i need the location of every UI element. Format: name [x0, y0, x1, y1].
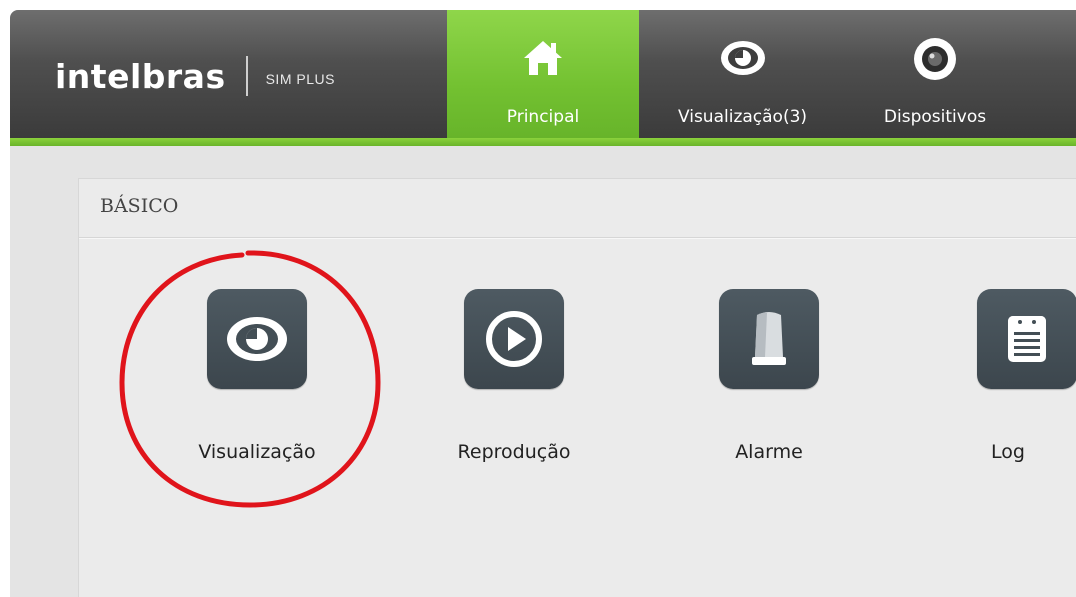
section-title: BÁSICO: [100, 195, 179, 217]
camera-icon: [912, 36, 958, 86]
tile-visualizacao-label: Visualização: [198, 441, 316, 463]
section-divider: [79, 237, 1076, 239]
home-icon: [521, 36, 565, 84]
tile-alarme-label: Alarme: [735, 441, 803, 463]
tab-visualizacao-label: Visualização(3): [677, 107, 808, 127]
tab-principal-label: Principal: [506, 107, 580, 127]
siren-icon: [719, 289, 819, 389]
tile-reproducao-label: Reprodução: [457, 441, 571, 463]
tile-alarme[interactable]: Alarme: [679, 289, 859, 479]
brand-logo: intelbras SIM PLUS: [55, 54, 335, 98]
eye-icon: [718, 36, 768, 84]
basic-section-panel: BÁSICO Visualização Reprodução Alarme Lo…: [78, 178, 1076, 597]
tab-visualizacao[interactable]: Visualização(3): [640, 10, 845, 138]
play-icon: [464, 289, 564, 389]
logo-text: intelbras: [55, 56, 226, 96]
tab-dispositivos[interactable]: Dispositivos: [850, 10, 1020, 138]
app-window: intelbras SIM PLUS Principal Visualizaçã…: [10, 10, 1076, 597]
header-bar: intelbras SIM PLUS Principal Visualizaçã…: [10, 10, 1076, 138]
tab-dispositivos-label: Dispositivos: [883, 107, 987, 127]
tile-visualizacao[interactable]: Visualização: [167, 289, 347, 479]
logo-divider: [245, 56, 248, 96]
tile-reproducao[interactable]: Reprodução: [424, 289, 604, 479]
log-icon: [977, 289, 1076, 389]
logo-subtitle: SIM PLUS: [265, 71, 335, 87]
header-accent-line: [10, 138, 1076, 146]
tile-log-label: Log: [991, 441, 1025, 463]
eye-icon: [207, 289, 307, 389]
tab-principal[interactable]: Principal: [447, 10, 639, 138]
tile-log[interactable]: Log: [937, 289, 1076, 479]
